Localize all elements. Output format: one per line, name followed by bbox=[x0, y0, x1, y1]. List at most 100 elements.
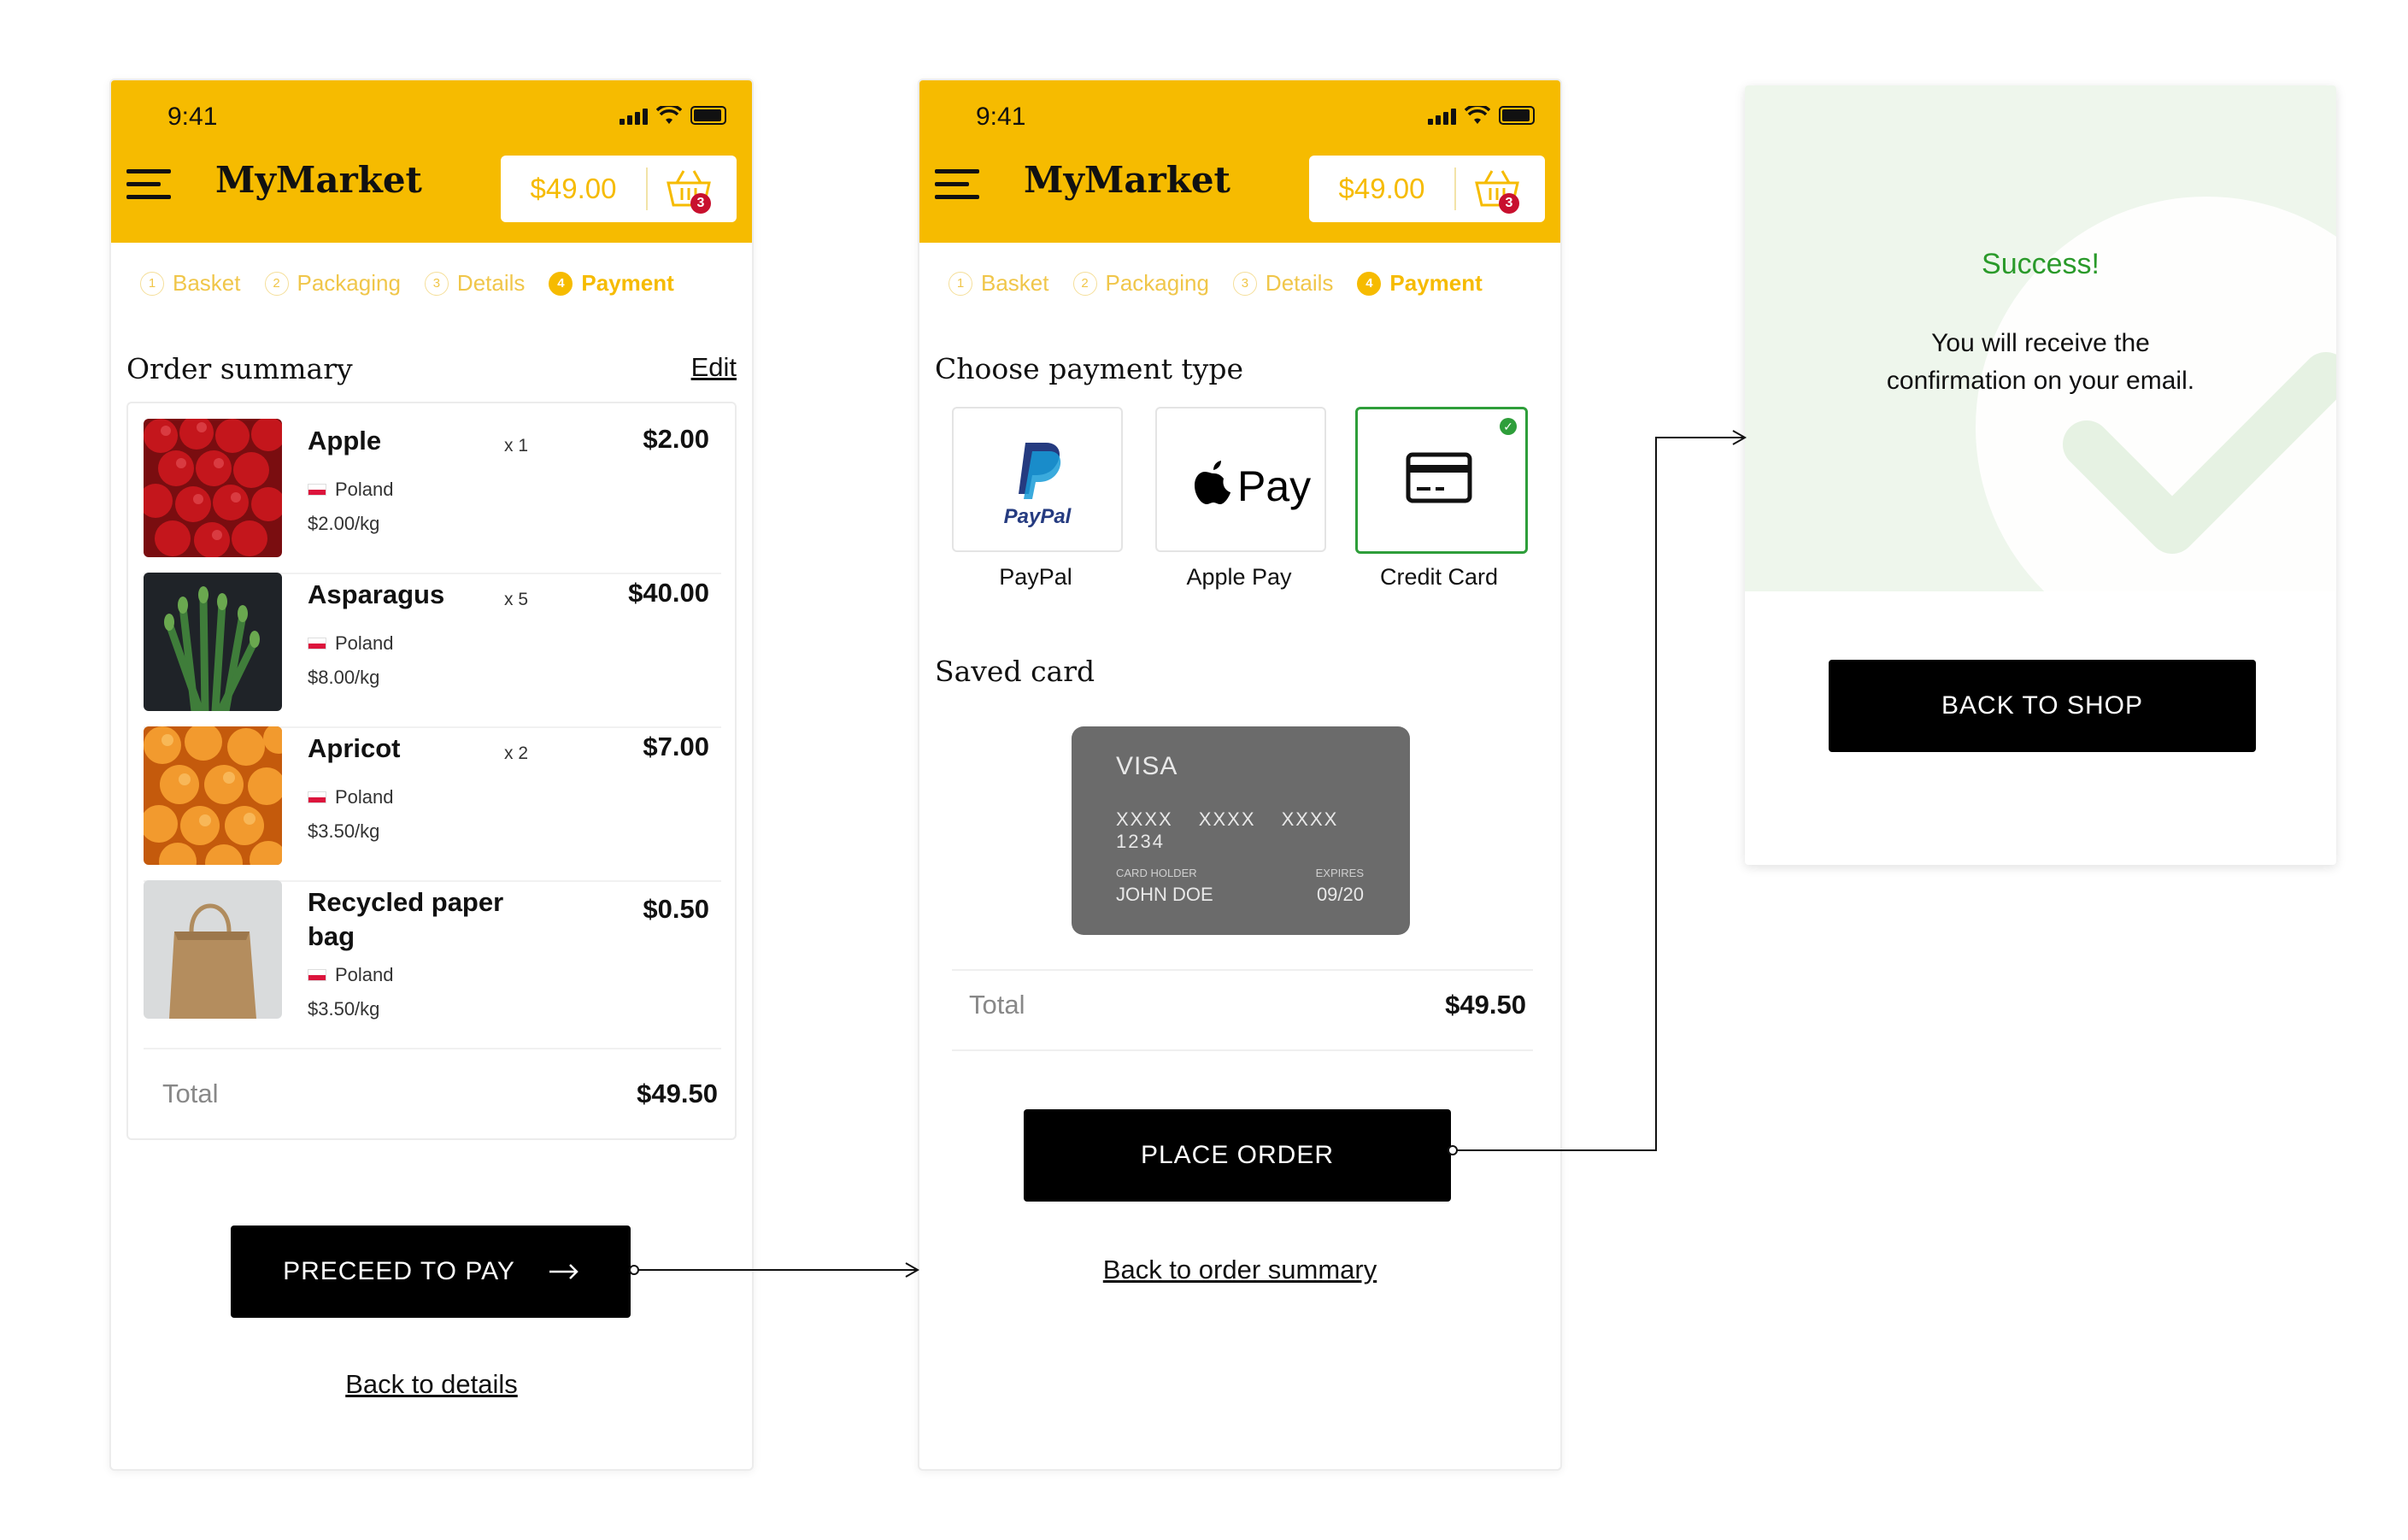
step-number: 1 bbox=[949, 271, 972, 296]
saved-card-title: Saved card bbox=[935, 655, 1095, 688]
step-payment[interactable]: 4 Payment bbox=[549, 270, 674, 297]
poland-flag-icon bbox=[308, 638, 326, 650]
step-label: Details bbox=[1265, 270, 1334, 296]
step-label: Packaging bbox=[297, 270, 401, 296]
back-to-shop-button[interactable]: BACK TO SHOP bbox=[1829, 660, 2256, 752]
cart-button[interactable]: $49.00 3 bbox=[501, 156, 737, 222]
apple-pay-logo-text: Pay bbox=[1237, 462, 1311, 510]
item-unit-price: $8.00/kg bbox=[308, 667, 380, 688]
success-message: You will receive the confirmation on you… bbox=[1745, 325, 2336, 400]
step-packaging[interactable]: 2 Packaging bbox=[264, 270, 401, 297]
item-name: Asparagus bbox=[308, 579, 445, 609]
step-packaging[interactable]: 2 Packaging bbox=[1072, 270, 1209, 297]
item-origin: Poland bbox=[308, 479, 394, 501]
card-expires: 09/20 bbox=[1316, 884, 1364, 905]
back-to-summary-link[interactable]: Back to order summary bbox=[919, 1255, 1560, 1285]
step-details[interactable]: 3 Details bbox=[1232, 270, 1334, 297]
item-origin-label: Poland bbox=[335, 964, 394, 985]
total-row: Total $49.50 bbox=[969, 990, 1526, 1020]
paypal-label: PayPal bbox=[999, 564, 1072, 590]
saved-card[interactable]: VISA XXXX XXXX XXXX 1234 CARD HOLDER JOH… bbox=[1072, 726, 1410, 935]
paypal-option[interactable]: PayPal bbox=[952, 407, 1123, 552]
step-number: 1 bbox=[140, 271, 164, 296]
card-holder: JOHN DOE bbox=[1116, 884, 1213, 905]
item-price: $40.00 bbox=[628, 578, 709, 608]
item-qty: x 1 bbox=[504, 436, 529, 456]
step-number: 2 bbox=[264, 271, 289, 296]
step-label: Packaging bbox=[1105, 270, 1209, 296]
step-basket[interactable]: 1 Basket bbox=[140, 270, 241, 297]
payment-type-title: Choose payment type bbox=[935, 352, 1244, 385]
poland-flag-icon bbox=[308, 969, 326, 981]
battery-icon bbox=[690, 106, 726, 125]
order-list: Apple x 1 $2.00 Poland $2.00/kg Asparagu… bbox=[126, 402, 737, 1140]
item-unit-price: $3.50/kg bbox=[308, 998, 380, 1020]
step-number: 3 bbox=[424, 271, 449, 296]
step-payment[interactable]: 4 Payment bbox=[1357, 270, 1483, 297]
step-label: Payment bbox=[1389, 270, 1483, 296]
menu-icon[interactable] bbox=[935, 169, 979, 208]
card-number: XXXX XXXX XXXX 1234 bbox=[1116, 808, 1339, 852]
paypal-logo-text: PayPal bbox=[1004, 505, 1072, 528]
back-to-details-link[interactable]: Back to details bbox=[111, 1369, 752, 1400]
item-origin: Poland bbox=[308, 786, 394, 808]
cart-count-badge: 3 bbox=[690, 193, 711, 214]
list-item: Apricot x 2 $7.00 Poland $3.50/kg bbox=[144, 726, 721, 882]
card-expires-label: EXPIRES bbox=[1315, 867, 1364, 879]
step-basket[interactable]: 1 Basket bbox=[949, 270, 1049, 297]
card-holder-label: CARD HOLDER bbox=[1116, 867, 1197, 879]
wifi-icon bbox=[656, 106, 682, 124]
total-value: $49.50 bbox=[637, 1079, 718, 1108]
credit-card-label: Credit Card bbox=[1379, 564, 1499, 590]
checkout-stepper: 1 Basket 2 Packaging 3 Details 4 Payment bbox=[949, 270, 1483, 297]
item-origin-label: Poland bbox=[335, 786, 394, 808]
status-icons bbox=[620, 106, 726, 125]
edit-link[interactable]: Edit bbox=[691, 352, 737, 383]
place-order-button[interactable]: PLACE ORDER bbox=[1024, 1109, 1451, 1202]
signal-icon bbox=[620, 106, 648, 125]
paper-bag-image bbox=[144, 880, 282, 1019]
list-item: Recycled paper bag $0.50 Poland $3.50/kg bbox=[144, 880, 721, 1049]
battery-icon bbox=[1499, 106, 1535, 125]
paypal-icon: PayPal bbox=[1004, 443, 1072, 528]
brand-title: MyMarket bbox=[1024, 159, 1230, 201]
arrow-right-icon bbox=[549, 1264, 579, 1279]
cart-total: $49.00 bbox=[1309, 168, 1456, 210]
item-price: $7.00 bbox=[643, 732, 709, 761]
item-price: $2.00 bbox=[643, 424, 709, 454]
apple-pay-option[interactable]: Pay bbox=[1155, 407, 1326, 552]
menu-icon[interactable] bbox=[126, 169, 171, 208]
success-message-line: confirmation on your email. bbox=[1886, 367, 2195, 395]
step-number: 2 bbox=[1072, 271, 1097, 296]
step-label: Basket bbox=[173, 270, 241, 296]
credit-card-icon bbox=[1406, 452, 1472, 503]
step-number: 4 bbox=[1357, 271, 1382, 296]
total-row: Total $49.50 bbox=[162, 1079, 718, 1109]
place-order-label: PLACE ORDER bbox=[1140, 1141, 1335, 1169]
back-to-shop-label: BACK TO SHOP bbox=[1941, 691, 2143, 720]
poland-flag-icon bbox=[308, 791, 326, 803]
step-details[interactable]: 3 Details bbox=[424, 270, 526, 297]
asparagus-image bbox=[144, 573, 282, 711]
proceed-to-pay-button[interactable]: PRECEED TO PAY bbox=[231, 1226, 631, 1318]
checkout-stepper: 1 Basket 2 Packaging 3 Details 4 Payment bbox=[140, 270, 674, 297]
item-qty: x 2 bbox=[504, 744, 529, 763]
step-label: Payment bbox=[581, 270, 674, 296]
item-origin-label: Poland bbox=[335, 632, 394, 654]
app-header: 9:41 MyMarket $49.00 3 bbox=[111, 80, 752, 243]
item-name: Apricot bbox=[308, 733, 401, 763]
apple-image bbox=[144, 419, 282, 557]
apricot-image bbox=[144, 726, 282, 865]
credit-card-option[interactable]: ✓ bbox=[1355, 407, 1528, 554]
poland-flag-icon bbox=[308, 484, 326, 496]
apple-pay-icon: Pay bbox=[1195, 461, 1311, 510]
divider bbox=[952, 1049, 1533, 1051]
step-label: Details bbox=[456, 270, 526, 296]
order-summary-screen: 9:41 MyMarket $49.00 3 1 Basket 2 Packagin… bbox=[109, 79, 754, 1471]
cart-button[interactable]: $49.00 3 bbox=[1309, 156, 1545, 222]
item-unit-price: $2.00/kg bbox=[308, 513, 380, 534]
item-origin: Poland bbox=[308, 964, 394, 986]
apple-pay-label: Apple Pay bbox=[1186, 564, 1292, 590]
card-brand: VISA bbox=[1116, 752, 1178, 780]
list-item: Asparagus x 5 $40.00 Poland $8.00/kg bbox=[144, 573, 721, 728]
